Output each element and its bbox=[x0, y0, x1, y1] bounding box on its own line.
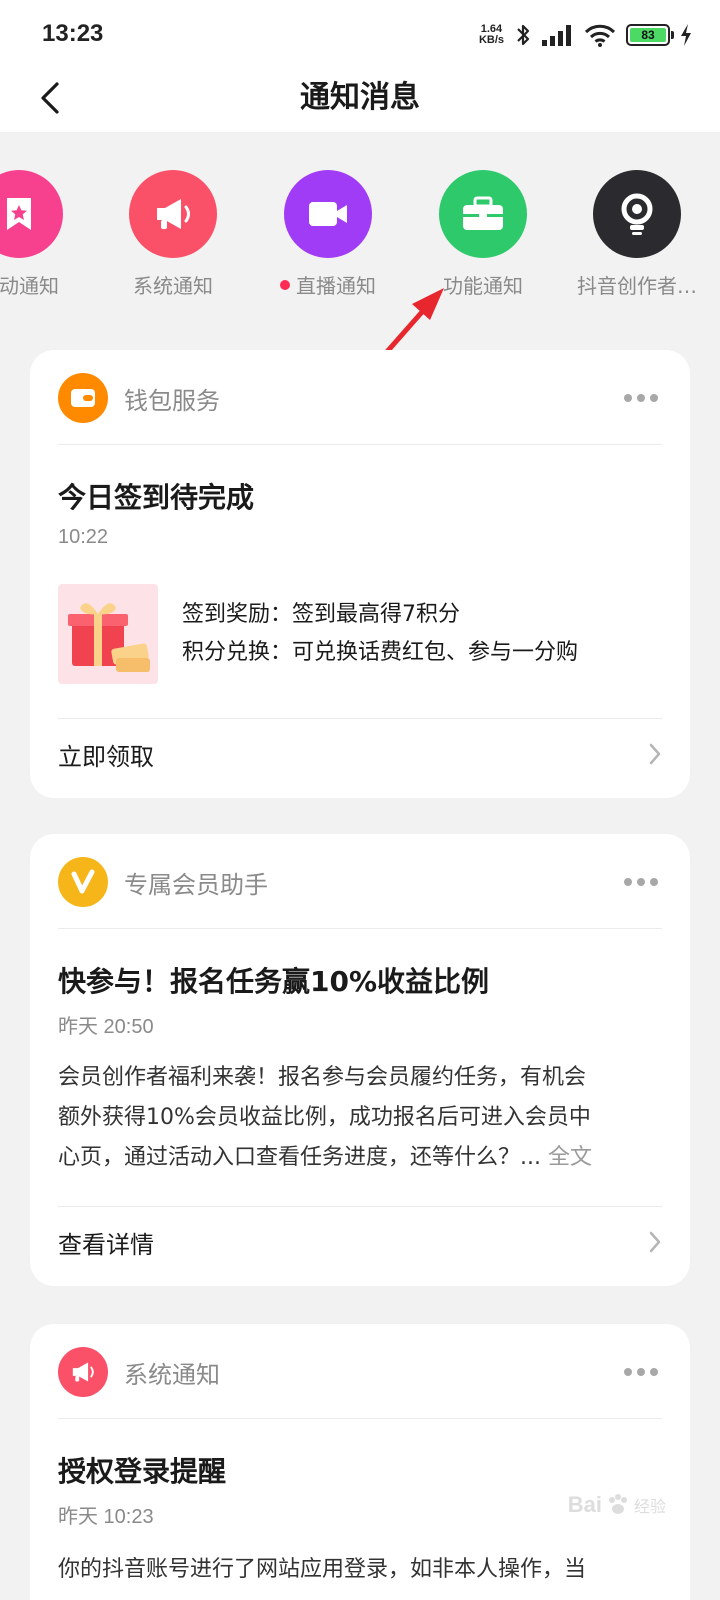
notification-card-vip[interactable]: 专属会员助手 快参与！报名任务赢10%收益比例 昨天 20:50 会员创作者福利… bbox=[30, 834, 690, 1286]
wallet-icon bbox=[71, 389, 95, 407]
body-line: 额外获得10%会员收益比例，成功报名后可进入会员中 bbox=[58, 1105, 591, 1130]
chevron-right-icon bbox=[649, 743, 661, 765]
card-source: 专属会员助手 bbox=[124, 870, 268, 899]
card-title: 快参与！报名任务赢10%收益比例 bbox=[58, 965, 490, 998]
reward-line: 积分兑换：可兑换话费红包、参与一分购 bbox=[182, 640, 579, 665]
card-header: 系统通知 bbox=[58, 1346, 662, 1398]
card-time: 昨天 10:23 bbox=[58, 1506, 154, 1528]
system-avatar bbox=[58, 1347, 108, 1397]
vip-avatar bbox=[58, 857, 108, 907]
notification-card-system[interactable]: 系统通知 授权登录提醒 昨天 10:23 你的抖音账号进行了网站应用登录，如非本… bbox=[30, 1324, 690, 1600]
paw-icon bbox=[608, 1494, 627, 1514]
body-line: 你的抖音账号进行了网站应用登录，如非本人操作，当 bbox=[58, 1557, 587, 1582]
more-options-button[interactable] bbox=[620, 386, 662, 410]
action-label: 立即领取 bbox=[58, 742, 154, 771]
card-time: 10:22 bbox=[58, 526, 109, 548]
card-body: 会员创作者福利来袭！报名参与会员履约任务，有机会 额外获得10%会员收益比例，成… bbox=[58, 1058, 662, 1178]
card-body: 你的抖音账号进行了网站应用登录，如非本人操作，当 bbox=[58, 1550, 662, 1590]
body-line: 心页，通过活动入口查看任务进度，还等什么？... bbox=[58, 1145, 541, 1170]
divider bbox=[58, 928, 662, 929]
chevron-right-icon bbox=[649, 1231, 661, 1253]
divider bbox=[58, 1418, 662, 1419]
watermark-sub: 经验 bbox=[633, 1497, 666, 1516]
megaphone-icon bbox=[72, 1362, 94, 1382]
card-source: 钱包服务 bbox=[124, 386, 220, 415]
reward-line: 签到奖励：签到最高得7积分 bbox=[182, 602, 460, 627]
card-title: 授权登录提醒 bbox=[58, 1455, 227, 1488]
action-label: 查看详情 bbox=[58, 1230, 154, 1259]
divider bbox=[58, 444, 662, 445]
reward-lines: 签到奖励：签到最高得7积分 积分兑换：可兑换话费红包、参与一分购 bbox=[182, 596, 662, 672]
watermark-brand: Bai bbox=[567, 1492, 602, 1517]
body-line: 会员创作者福利来袭！报名参与会员履约任务，有机会 bbox=[58, 1065, 587, 1090]
gift-box-image bbox=[58, 584, 158, 684]
v-badge-icon bbox=[71, 869, 95, 894]
card-header: 钱包服务 bbox=[58, 372, 662, 424]
watermark: Bai 经验 bbox=[568, 1492, 666, 1518]
more-options-button[interactable] bbox=[620, 870, 662, 894]
divider bbox=[58, 718, 662, 719]
card-title: 今日签到待完成 bbox=[58, 481, 255, 514]
more-options-button[interactable] bbox=[620, 1360, 662, 1384]
view-details-button[interactable]: 查看详情 bbox=[58, 1212, 662, 1272]
read-full-link[interactable]: 全文 bbox=[548, 1145, 592, 1170]
card-time: 昨天 20:50 bbox=[58, 1016, 154, 1038]
notification-card-wallet[interactable]: 钱包服务 今日签到待完成 10:22 签到奖励：签到最高得7积分 积分兑换：可兑… bbox=[30, 350, 690, 798]
claim-now-button[interactable]: 立即领取 bbox=[58, 724, 662, 784]
card-header: 专属会员助手 bbox=[58, 856, 662, 908]
wallet-avatar bbox=[58, 373, 108, 423]
card-source: 系统通知 bbox=[124, 1360, 220, 1389]
divider bbox=[58, 1206, 662, 1207]
